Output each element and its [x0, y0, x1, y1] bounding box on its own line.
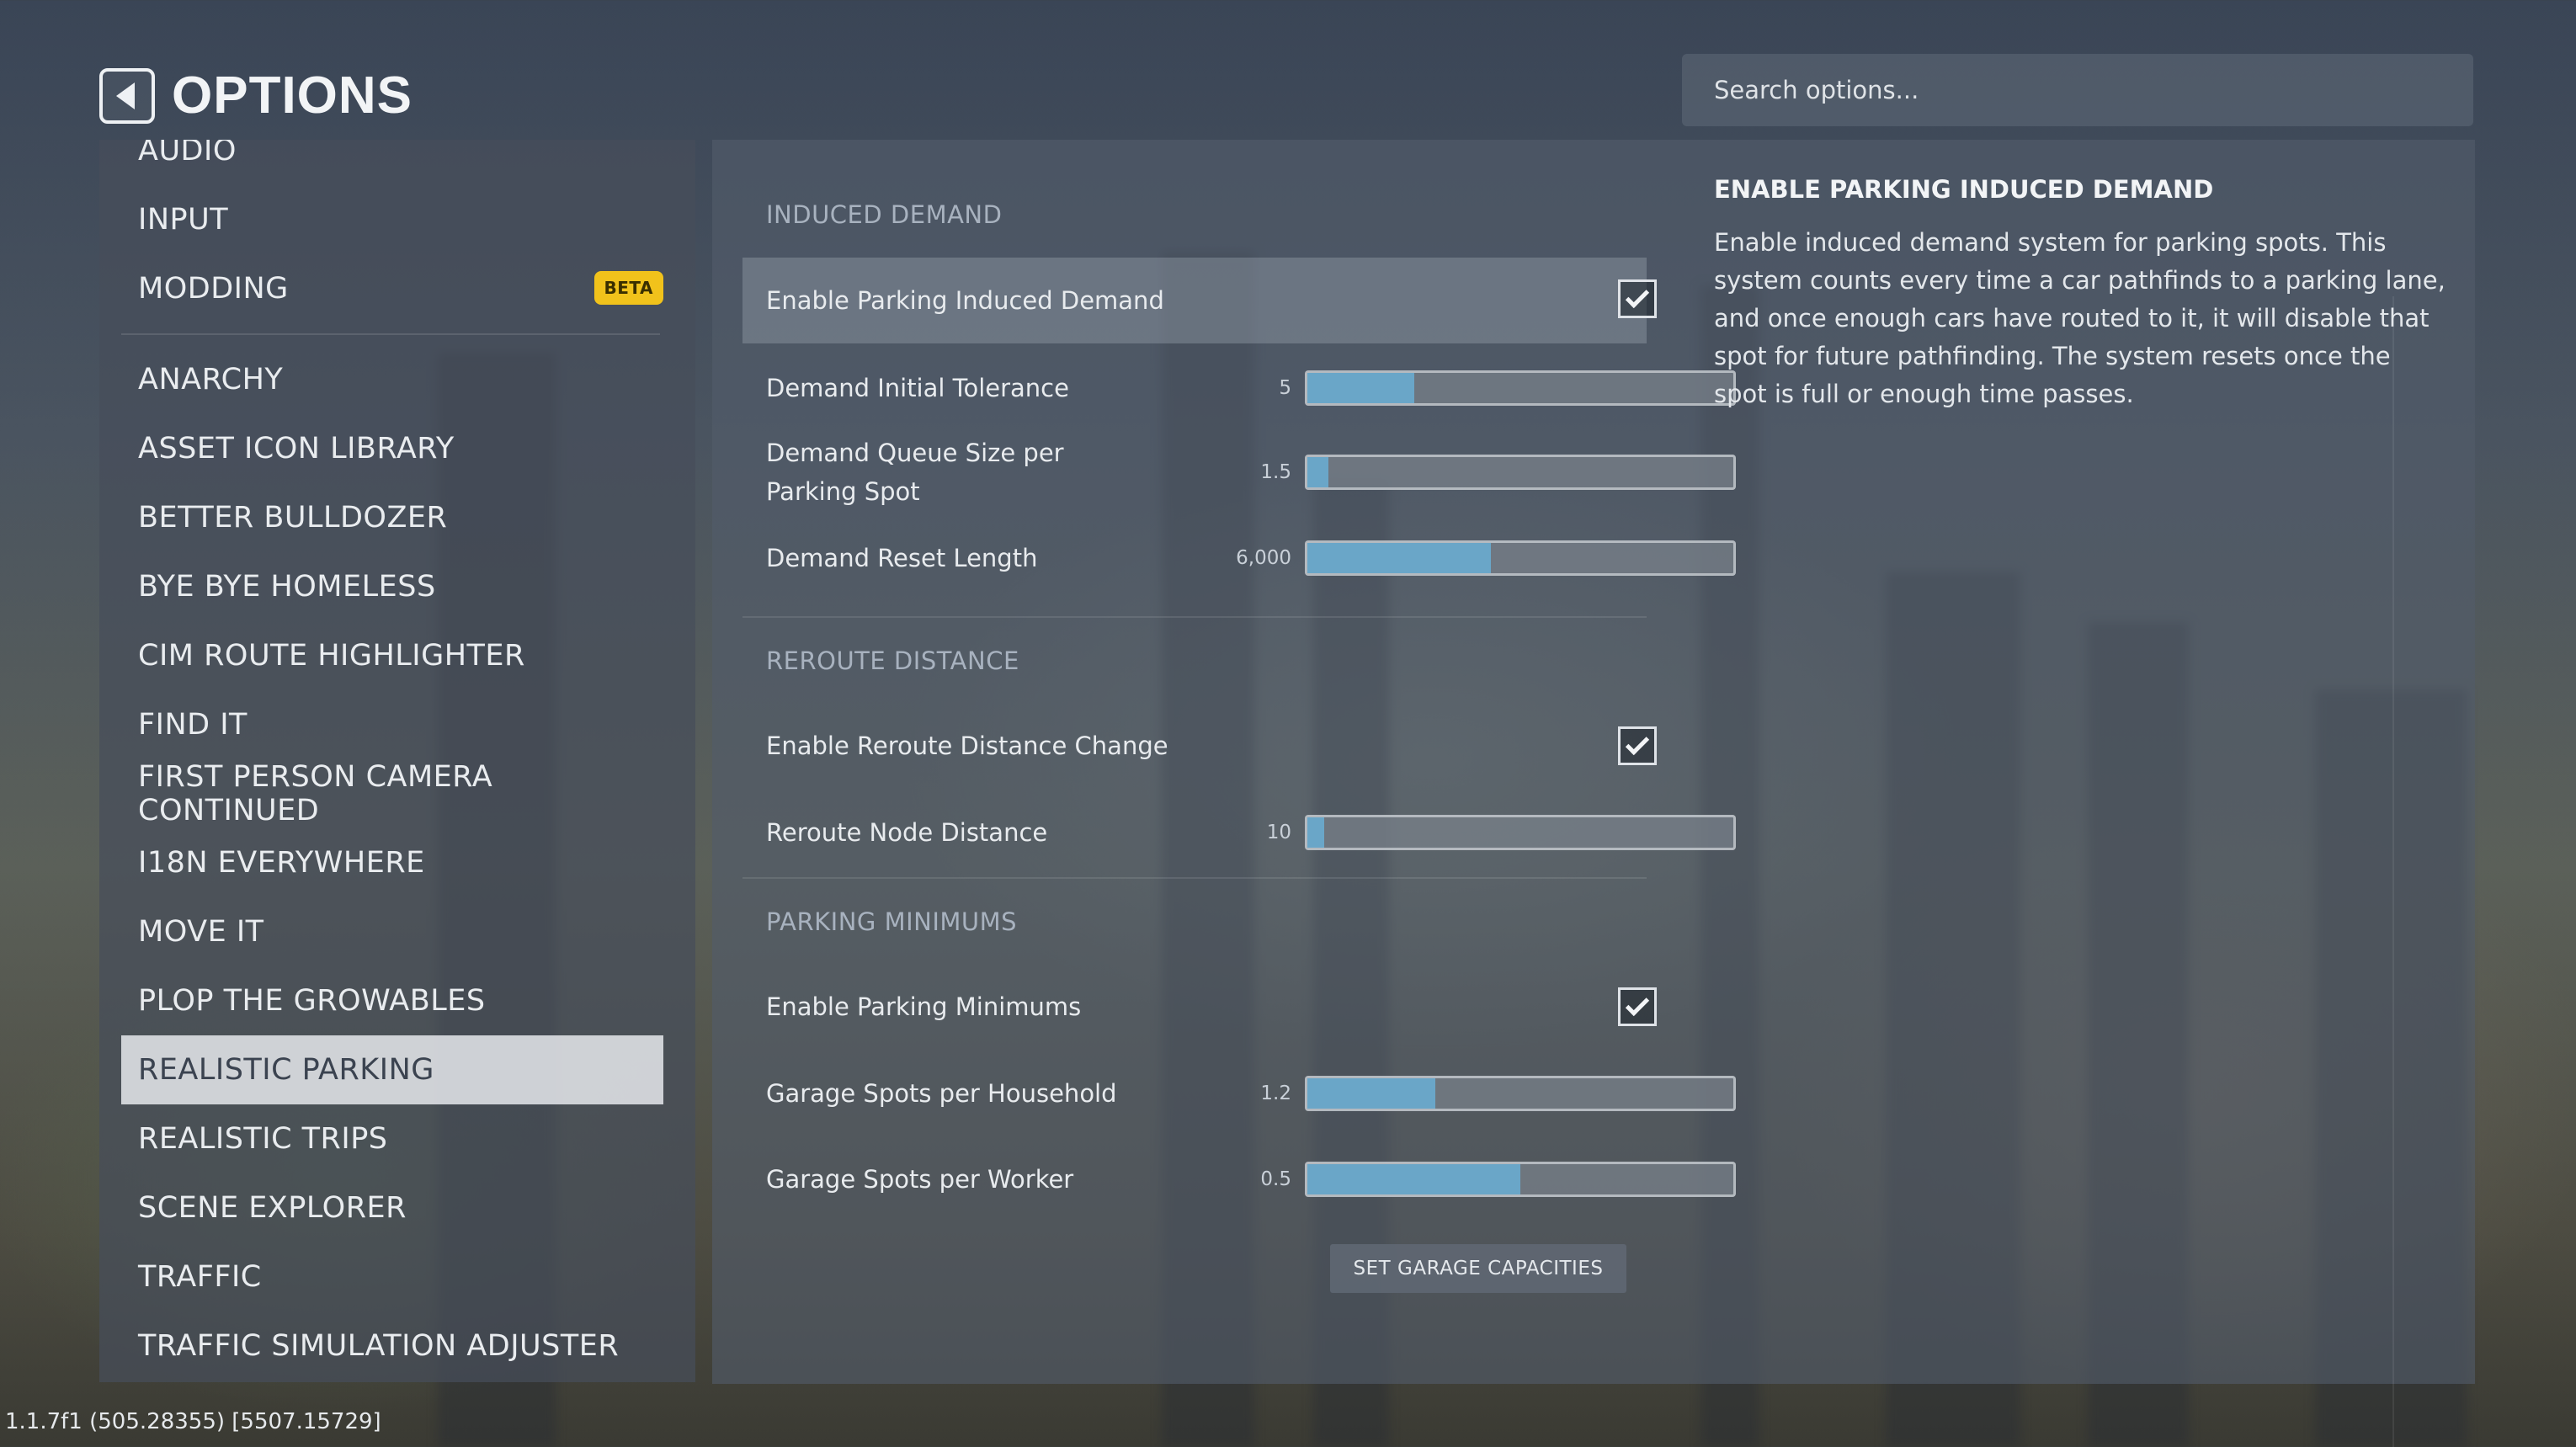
- sidebar-item-bye-bye-homeless[interactable]: BYE BYE HOMELESS: [121, 552, 663, 621]
- sidebar-item-label: REALISTIC PARKING: [138, 1053, 434, 1087]
- setting-label: Demand Reset Length: [766, 544, 1038, 572]
- sidebar-item-label: I18N EVERYWHERE: [138, 846, 425, 880]
- section-heading-parking-minimums: PARKING MINIMUMS: [766, 907, 1018, 936]
- sidebar-item-audio[interactable]: AUDIO: [121, 140, 663, 185]
- sidebar-item-label: TRAFFIC: [138, 1260, 262, 1294]
- sidebar-item-label: FIND IT: [138, 708, 247, 742]
- enable-reroute-distance-checkbox[interactable]: [1618, 726, 1657, 765]
- sidebar-item-label: TRAFFIC SIMULATION ADJUSTER: [138, 1329, 620, 1363]
- search-input[interactable]: [1714, 76, 2438, 104]
- sidebar-item-label: AUDIO: [138, 140, 237, 168]
- section-divider: [742, 616, 1647, 618]
- slider-fill: [1307, 457, 1329, 487]
- sidebar-item-label: REALISTIC TRIPS: [138, 1122, 388, 1156]
- section-heading-reroute-distance: REROUTE DISTANCE: [766, 646, 1019, 675]
- sidebar-item-label: CIM ROUTE HIGHLIGHTER: [138, 639, 525, 673]
- setting-demand-reset-length: Demand Reset Length 6,000: [742, 522, 1736, 594]
- setting-label: Enable Parking Induced Demand: [766, 286, 1164, 315]
- enable-parking-minimums-checkbox[interactable]: [1618, 987, 1657, 1026]
- sidebar-item-asset-icon-library[interactable]: ASSET ICON LIBRARY: [121, 414, 663, 483]
- set-garage-capacities-button[interactable]: SET GARAGE CAPACITIES: [1330, 1244, 1626, 1293]
- sidebar-item-label: MODDING: [138, 272, 289, 306]
- setting-reroute-node-distance: Reroute Node Distance 10: [742, 796, 1736, 869]
- sidebar-item-traffic[interactable]: TRAFFIC: [121, 1242, 663, 1311]
- info-divider: [2392, 296, 2394, 1447]
- sidebar: AUDIO INPUT MODDING BETA ANARCHY ASSET I…: [99, 140, 695, 1382]
- sidebar-item-realistic-trips[interactable]: REALISTIC TRIPS: [121, 1104, 663, 1173]
- slider-value: 1.5: [1260, 461, 1291, 483]
- sidebar-item-label: MOVE IT: [138, 915, 264, 949]
- sidebar-item-realistic-parking[interactable]: REALISTIC PARKING: [121, 1035, 663, 1104]
- setting-label: Reroute Node Distance: [766, 818, 1048, 847]
- setting-garage-spots-household: Garage Spots per Household 1.2: [742, 1057, 1736, 1130]
- slider-fill: [1307, 1078, 1435, 1109]
- setting-label: Garage Spots per Household: [766, 1079, 1117, 1108]
- demand-reset-length-slider[interactable]: [1305, 540, 1736, 576]
- header: OPTIONS: [99, 66, 412, 125]
- sidebar-item-label: ASSET ICON LIBRARY: [138, 432, 455, 465]
- slider-value: 1.2: [1260, 1083, 1291, 1104]
- slider-fill: [1307, 817, 1325, 848]
- page-title: OPTIONS: [172, 66, 413, 125]
- info-title: ENABLE PARKING INDUCED DEMAND: [1714, 175, 2214, 204]
- sidebar-list: AUDIO INPUT MODDING BETA ANARCHY ASSET I…: [99, 140, 680, 1381]
- search-box[interactable]: [1682, 54, 2473, 126]
- setting-enable-reroute-distance[interactable]: Enable Reroute Distance Change: [742, 704, 1657, 788]
- sidebar-item-better-bulldozer[interactable]: BETTER BULLDOZER: [121, 483, 663, 552]
- checkmark-icon: [1625, 284, 1650, 309]
- back-arrow-icon: [116, 82, 135, 109]
- sidebar-item-label: FIRST PERSON CAMERA CONTINUED: [138, 760, 493, 827]
- sidebar-item-scene-explorer[interactable]: SCENE EXPLORER: [121, 1173, 663, 1242]
- setting-label: Enable Parking Minimums: [766, 992, 1082, 1021]
- checkmark-icon: [1625, 992, 1650, 1017]
- sidebar-item-find-it[interactable]: FIND IT: [121, 690, 663, 759]
- demand-initial-tolerance-slider[interactable]: [1305, 370, 1736, 406]
- section-divider: [742, 877, 1647, 879]
- garage-spots-household-slider[interactable]: [1305, 1076, 1736, 1111]
- sidebar-item-anarchy[interactable]: ANARCHY: [121, 345, 663, 414]
- demand-queue-size-slider[interactable]: [1305, 455, 1736, 490]
- sidebar-item-label: SCENE EXPLORER: [138, 1191, 407, 1225]
- slider-value: 6,000: [1236, 547, 1291, 569]
- slider-fill: [1307, 1164, 1520, 1194]
- version-label: 1.1.7f1 (505.28355) [5507.15729]: [5, 1409, 381, 1434]
- checkmark-icon: [1625, 731, 1650, 756]
- sidebar-item-modding[interactable]: MODDING BETA: [121, 254, 663, 323]
- slider-fill: [1307, 373, 1414, 403]
- slider-fill: [1307, 543, 1491, 573]
- setting-label: Demand Initial Tolerance: [766, 374, 1069, 402]
- setting-demand-queue-size: Demand Queue Size per Parking Spot 1.5: [742, 429, 1736, 515]
- reroute-node-distance-slider[interactable]: [1305, 815, 1736, 850]
- sidebar-item-label: ANARCHY: [138, 363, 284, 396]
- setting-label: Garage Spots per Worker: [766, 1165, 1074, 1194]
- sidebar-item-input[interactable]: INPUT: [121, 185, 663, 254]
- setting-label: Enable Reroute Distance Change: [766, 731, 1168, 760]
- sidebar-item-label: BETTER BULLDOZER: [138, 501, 448, 535]
- slider-value: 0.5: [1260, 1168, 1291, 1190]
- back-button[interactable]: [99, 67, 155, 124]
- setting-label: Demand Queue Size per Parking Spot: [766, 439, 1064, 506]
- sidebar-item-label: BYE BYE HOMELESS: [138, 570, 436, 604]
- slider-value: 10: [1266, 822, 1291, 843]
- sidebar-item-plop-the-growables[interactable]: PLOP THE GROWABLES: [121, 966, 663, 1035]
- garage-spots-worker-slider[interactable]: [1305, 1162, 1736, 1197]
- sidebar-item-first-person-camera[interactable]: FIRST PERSON CAMERA CONTINUED: [121, 759, 663, 828]
- sidebar-item-i18n-everywhere[interactable]: I18N EVERYWHERE: [121, 828, 663, 897]
- sidebar-item-cim-route-highlighter[interactable]: CIM ROUTE HIGHLIGHTER: [121, 621, 663, 690]
- info-description: Enable induced demand system for parking…: [1714, 228, 2446, 408]
- sidebar-item-label: PLOP THE GROWABLES: [138, 984, 486, 1018]
- setting-garage-spots-worker: Garage Spots per Worker 0.5: [742, 1143, 1736, 1216]
- sidebar-item-move-it[interactable]: MOVE IT: [121, 897, 663, 966]
- setting-enable-induced-demand[interactable]: Enable Parking Induced Demand: [742, 258, 1657, 343]
- sidebar-item-label: INPUT: [138, 203, 229, 237]
- section-heading-induced-demand: INDUCED DEMAND: [766, 200, 1003, 229]
- beta-badge: BETA: [593, 271, 663, 305]
- slider-value: 5: [1279, 377, 1291, 399]
- sidebar-item-traffic-simulation-adjuster[interactable]: TRAFFIC SIMULATION ADJUSTER: [121, 1311, 663, 1381]
- setting-demand-initial-tolerance: Demand Initial Tolerance 5: [742, 352, 1736, 424]
- setting-enable-parking-minimums[interactable]: Enable Parking Minimums: [742, 965, 1657, 1049]
- sidebar-divider: [121, 333, 660, 335]
- enable-induced-demand-checkbox[interactable]: [1618, 279, 1657, 318]
